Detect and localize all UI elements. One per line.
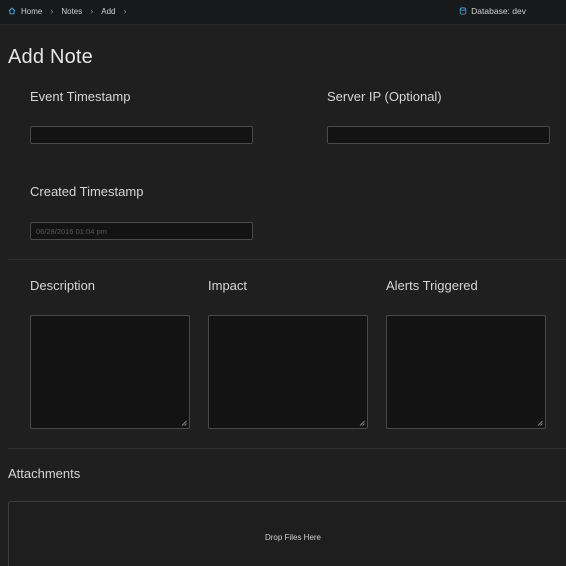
chevron-right-icon: › (50, 6, 54, 16)
alerts-triggered-textarea[interactable] (386, 315, 546, 429)
top-bar: Home › Notes › Add › Database: dev (0, 0, 566, 25)
resize-grip-icon[interactable] (537, 420, 543, 426)
impact-label: Impact (208, 278, 248, 293)
impact-textarea[interactable] (208, 315, 368, 429)
event-timestamp-label: Event Timestamp (30, 89, 131, 104)
breadcrumb-notes[interactable]: Notes (61, 7, 82, 16)
section-divider (8, 448, 566, 449)
created-timestamp-label: Created Timestamp (30, 184, 144, 199)
dropzone-text: Drop Files Here (264, 533, 321, 542)
file-dropzone[interactable]: Drop Files Here (8, 501, 566, 566)
breadcrumb-add: Add (101, 7, 115, 16)
home-icon (8, 7, 16, 15)
alerts-triggered-label: Alerts Triggered (386, 278, 478, 293)
database-label: Database: dev (471, 6, 526, 16)
chevron-right-icon: › (90, 6, 94, 16)
resize-grip-icon[interactable] (359, 420, 365, 426)
database-icon (459, 7, 467, 15)
breadcrumb-home-label[interactable]: Home (21, 7, 42, 16)
description-textarea[interactable] (30, 315, 190, 429)
server-ip-label: Server IP (Optional) (327, 89, 442, 104)
attachments-label: Attachments (8, 466, 81, 481)
breadcrumb-add-label: Add (101, 6, 116, 16)
database-indicator[interactable]: Database: dev (459, 6, 526, 16)
breadcrumb: Home › Notes › Add › (8, 6, 134, 16)
section-divider (8, 259, 566, 260)
chevron-right-icon: › (123, 6, 127, 16)
page: Home › Notes › Add › Database: dev Add N… (0, 0, 566, 566)
breadcrumb-notes-label[interactable]: Notes (61, 7, 82, 16)
server-ip-input[interactable] (327, 126, 550, 144)
event-timestamp-input[interactable] (30, 126, 253, 144)
breadcrumb-home[interactable]: Home (8, 7, 42, 16)
created-timestamp-input[interactable] (30, 222, 253, 240)
description-label: Description (30, 278, 96, 293)
resize-grip-icon[interactable] (181, 420, 187, 426)
page-title: Add Note (8, 46, 93, 68)
